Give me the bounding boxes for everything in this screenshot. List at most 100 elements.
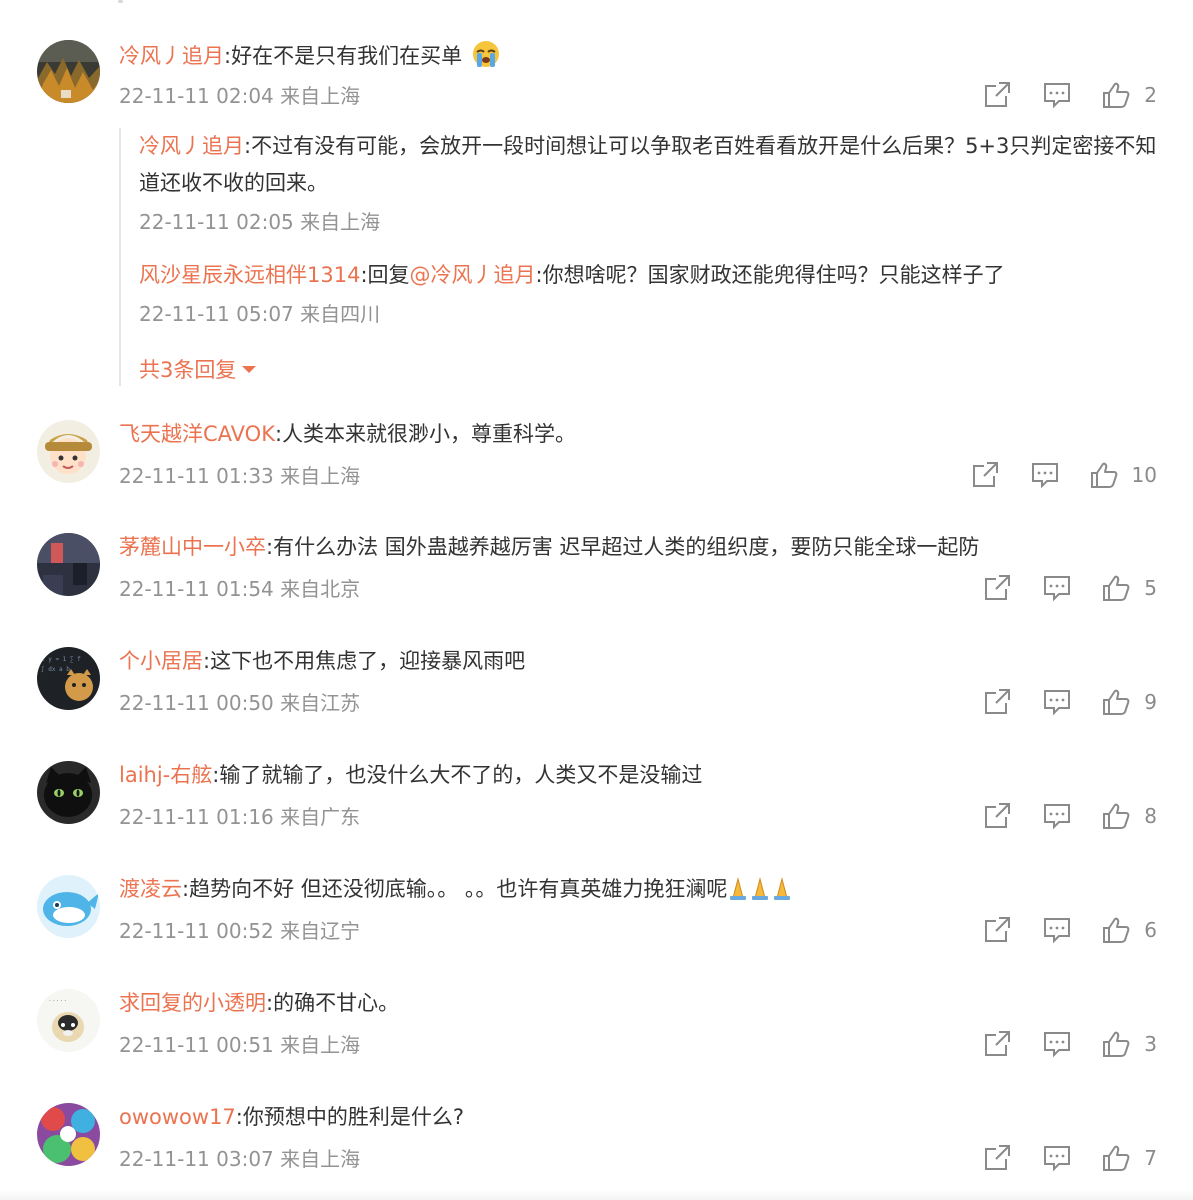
username-link[interactable]: 风沙星辰永远相伴1314 — [139, 263, 360, 287]
share-icon — [985, 1031, 1011, 1056]
comment-icon — [1044, 918, 1071, 944]
comment-meta: 22-11-11 01:33 来自上海 — [119, 464, 361, 488]
thumbs-up-icon — [1103, 689, 1130, 715]
like-button[interactable]: 9 — [1102, 688, 1157, 716]
comment-meta: 22-11-11 00:50 来自江苏 — [119, 691, 361, 715]
comment-text: 趋势向不好 但还没彻底输。。 。。也许有真英雄力挽狂澜呢 — [189, 877, 728, 901]
username-link[interactable]: 冷风丿追月 — [139, 134, 244, 158]
comment-icon — [1044, 1146, 1071, 1172]
avatar[interactable] — [37, 420, 100, 483]
comment-actions: 2 — [982, 80, 1157, 110]
username-link[interactable]: 求回复的小透明 — [119, 991, 266, 1015]
share-button[interactable] — [982, 1029, 1012, 1059]
reply-text: 你想啥呢？国家财政还能兜得住吗？只能这样子了 — [542, 263, 1005, 287]
comment-actions: 7 — [982, 1143, 1157, 1173]
more-replies-link[interactable]: 共3条回复 — [139, 354, 257, 384]
username-link[interactable]: 个小居居 — [119, 649, 203, 673]
reply-button[interactable] — [1042, 915, 1072, 945]
reply-button[interactable] — [1042, 1029, 1072, 1059]
comment-meta: 22-11-11 03:07 来自上海 — [119, 1147, 361, 1171]
comment-icon — [1044, 690, 1071, 716]
reply-button[interactable] — [1042, 80, 1072, 110]
like-button[interactable]: 8 — [1102, 802, 1157, 830]
mention-link[interactable]: @冷风丿追月 — [410, 263, 536, 287]
thumbs-up-icon — [1090, 462, 1117, 488]
share-icon — [985, 689, 1011, 714]
share-button[interactable] — [982, 573, 1012, 603]
comment-text: 这下也不用焦虑了，迎接暴风雨吧 — [210, 649, 526, 673]
share-button[interactable] — [970, 460, 1000, 490]
thumbs-up-icon — [1103, 1145, 1130, 1171]
svg-text:∫ dx a b: ∫ dx a b — [41, 665, 70, 673]
avatar[interactable] — [37, 875, 100, 938]
reply-button[interactable] — [1042, 1143, 1072, 1173]
thumbs-up-icon — [1103, 917, 1130, 943]
thumbs-up-icon — [1103, 575, 1130, 601]
svg-text:· · · · ·: · · · · · — [49, 998, 66, 1005]
username-link[interactable]: 飞天越洋CAVOK — [119, 422, 275, 446]
avatar[interactable] — [37, 1103, 100, 1166]
caret-down-icon — [242, 365, 257, 373]
comment-icon — [1044, 576, 1071, 602]
share-icon — [972, 462, 998, 487]
reply-thread: 冷风丿追月:不过有没有可能，会放开一段时间想让可以争取老百姓看看放开是什么后果？… — [119, 128, 1161, 386]
comment-actions: 8 — [982, 801, 1157, 831]
share-icon — [985, 82, 1011, 107]
comment-text: 有什么办法 国外蛊越养越厉害 迟早超过人类的组织度，要防只能全球一起防 — [273, 535, 980, 559]
like-count: 8 — [1144, 804, 1157, 828]
like-count: 6 — [1144, 918, 1157, 942]
thumbs-up-icon — [1103, 82, 1130, 108]
username-link[interactable]: laihj-右舷 — [119, 763, 212, 787]
avatar[interactable] — [37, 761, 100, 824]
reply-button[interactable] — [1042, 801, 1072, 831]
like-count: 2 — [1144, 83, 1157, 107]
share-button[interactable] — [982, 801, 1012, 831]
share-button[interactable] — [982, 1143, 1012, 1173]
share-button[interactable] — [982, 915, 1012, 945]
comment-text: 好在不是只有我们在买单 — [231, 44, 463, 68]
comment-meta: 22-11-11 00:52 来自辽宁 — [119, 919, 361, 943]
thumbs-up-icon — [1103, 1031, 1130, 1057]
reply-meta: 22-11-11 05:07 来自四川 — [139, 302, 381, 326]
comment-actions: 9 — [982, 687, 1157, 717]
username-link[interactable]: owowow17 — [119, 1105, 236, 1129]
thumbs-up-icon — [1103, 803, 1130, 829]
avatar[interactable] — [37, 40, 100, 103]
like-count: 3 — [1144, 1032, 1157, 1056]
scroll-edge — [118, 0, 123, 3]
share-icon — [985, 575, 1011, 600]
like-button[interactable]: 5 — [1102, 574, 1157, 602]
username-link[interactable]: 冷风丿追月 — [119, 44, 224, 68]
reply-button[interactable] — [1042, 573, 1072, 603]
crying-face-emoji — [472, 41, 499, 67]
username-link[interactable]: 渡凌云 — [119, 877, 182, 901]
like-button[interactable]: 10 — [1090, 461, 1157, 489]
like-button[interactable]: 6 — [1102, 916, 1157, 944]
like-button[interactable]: 3 — [1102, 1030, 1157, 1058]
comment-icon — [1044, 83, 1071, 109]
like-count: 10 — [1131, 463, 1157, 487]
comment-meta: 22-11-11 01:54 来自北京 — [119, 577, 361, 601]
share-icon — [985, 1145, 1011, 1170]
comment-actions: 3 — [982, 1029, 1157, 1059]
reply-meta: 22-11-11 02:05 来自上海 — [139, 210, 381, 234]
avatar[interactable] — [37, 533, 100, 596]
like-count: 7 — [1144, 1146, 1157, 1170]
like-button[interactable]: 2 — [1102, 81, 1157, 109]
share-button[interactable] — [982, 687, 1012, 717]
comment-meta: 22-11-11 01:16 来自广东 — [119, 805, 361, 829]
reply-button[interactable] — [1030, 460, 1060, 490]
username-link[interactable]: 茅麓山中一小卒 — [119, 535, 266, 559]
reply-item: 冷风丿追月:不过有没有可能，会放开一段时间想让可以争取老百姓看看放开是什么后果？… — [139, 128, 1161, 236]
comment-actions: 5 — [982, 573, 1157, 603]
share-button[interactable] — [982, 80, 1012, 110]
like-button[interactable]: 7 — [1102, 1144, 1157, 1172]
reply-item: 风沙星辰永远相伴1314:回复@冷风丿追月:你想啥呢？国家财政还能兜得住吗？只能… — [139, 257, 1161, 328]
comment-text: 输了就输了，也没什么大不了的，人类又不是没输过 — [219, 763, 703, 787]
reply-button[interactable] — [1042, 687, 1072, 717]
like-count: 9 — [1144, 690, 1157, 714]
avatar[interactable]: · · · · · — [37, 989, 100, 1052]
comment-text: 你预想中的胜利是什么? — [242, 1105, 465, 1129]
avatar[interactable]: x y = 1 ∑ f ∫ dx a b — [37, 647, 100, 710]
comment-icon — [1044, 1032, 1071, 1058]
